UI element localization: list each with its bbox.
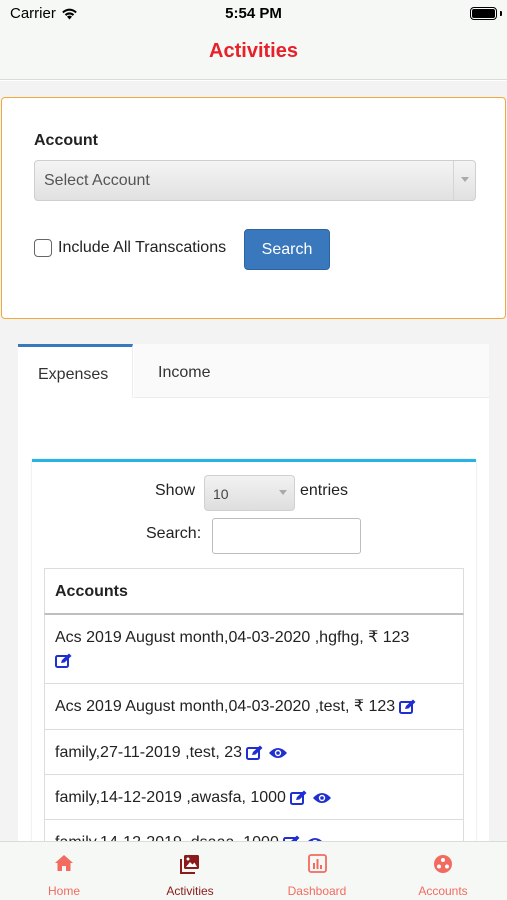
include-all-checkbox[interactable] (34, 239, 52, 257)
show-label: Show (155, 482, 196, 499)
entries-select-value: 10 (213, 486, 229, 502)
entries-select[interactable]: 10 (204, 475, 295, 511)
tab-income[interactable]: Income (134, 344, 489, 398)
tab-bar-dashboard-label: Dashboard (287, 884, 347, 898)
chevron-down-icon (279, 490, 287, 495)
account-select[interactable]: Select Account (34, 160, 476, 201)
tab-income-label: Income (158, 364, 211, 381)
include-all-label: Include All Transcations (58, 239, 227, 256)
tab-bar-accounts[interactable]: Accounts (380, 842, 506, 900)
table-row: family,27-11-2019 ,test, 23 (44, 730, 464, 775)
chevron-down-icon (461, 177, 469, 182)
accounts-table: Accounts Acs 2019 August month,04-03-202… (44, 568, 464, 865)
tab-bar-activities-label: Activities (166, 884, 214, 898)
home-icon (55, 855, 73, 871)
table-row: Acs 2019 August month,04-03-2020 ,test, … (44, 684, 464, 730)
row-text: family,27-11-2019 ,test, 23 (55, 744, 243, 761)
tab-bar-home[interactable]: Home (1, 842, 127, 900)
tab-bar-accounts-label: Accounts (418, 884, 468, 898)
edit-icon[interactable] (246, 745, 264, 761)
row-text: family,14-12-2019 ,awasfa, 1000 (55, 789, 286, 806)
table-header: Accounts (44, 568, 464, 615)
edit-icon[interactable] (55, 653, 73, 669)
eye-icon[interactable] (312, 791, 332, 805)
table-header-accounts: Accounts (55, 583, 128, 600)
tab-expenses-label: Expenses (38, 366, 109, 383)
battery-tip (500, 11, 502, 16)
battery-icon (470, 7, 497, 20)
row-text: Acs 2019 August month,04-03-2020 ,hgfhg,… (55, 629, 410, 646)
tab-bar-home-label: Home (47, 884, 80, 898)
tab-expenses[interactable]: Expenses (18, 344, 133, 398)
row-text: Acs 2019 August month,04-03-2020 ,test, … (55, 698, 396, 715)
tab-bar-activities[interactable]: Activities (127, 842, 253, 900)
table-search-input[interactable] (212, 518, 361, 554)
eye-icon[interactable] (268, 746, 288, 760)
account-label: Account (34, 132, 98, 149)
entries-select-toggle[interactable] (272, 476, 294, 510)
filter-card: Account Select Account Include All Trans… (1, 97, 506, 319)
account-select-toggle[interactable] (453, 161, 475, 200)
clock: 5:54 PM (225, 5, 282, 22)
status-bar: Carrier 5:54 PM (0, 0, 507, 30)
edit-icon[interactable] (399, 699, 417, 715)
search-button[interactable]: Search (244, 229, 330, 270)
table-row: Acs 2019 August month,04-03-2020 ,hgfhg,… (44, 615, 464, 684)
include-all-row: Include All Transcations (34, 239, 226, 257)
images-icon (180, 855, 199, 874)
entries-label: entries (300, 482, 349, 499)
accounts-icon (434, 855, 452, 873)
page-title: Activities (209, 40, 298, 62)
account-select-value: Select Account (44, 172, 150, 189)
tab-bar-dashboard[interactable]: Dashboard (254, 842, 380, 900)
chart-icon (307, 854, 327, 873)
table-row: family,14-12-2019 ,awasfa, 1000 (44, 775, 464, 820)
tab-bar: Home Activities Dashboard Accounts (0, 841, 507, 900)
table-search-label: Search: (146, 525, 202, 542)
edit-icon[interactable] (289, 790, 308, 806)
nav-bar: Activities (0, 30, 507, 80)
